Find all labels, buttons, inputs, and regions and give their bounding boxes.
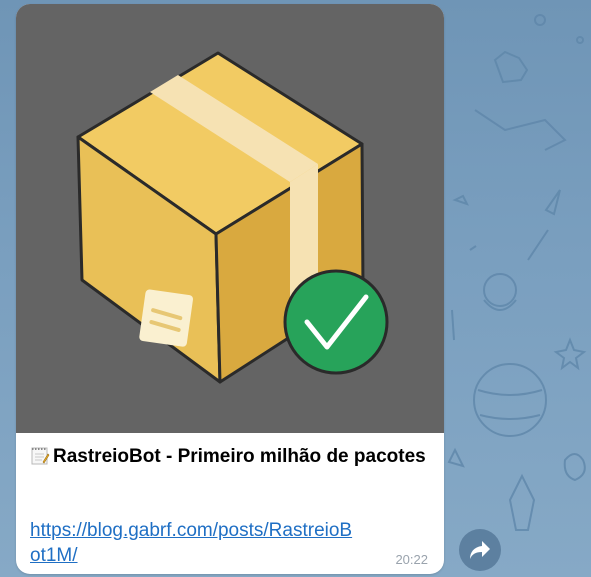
message-bubble[interactable]: RastreioBot - Primeiro milhão de pacotes… xyxy=(16,4,444,574)
message-caption: RastreioBot - Primeiro milhão de pacotes xyxy=(30,444,430,469)
share-button[interactable] xyxy=(459,529,501,571)
message-timestamp: 20:22 xyxy=(395,552,428,567)
package-icon xyxy=(76,51,389,384)
memo-icon xyxy=(31,447,50,465)
message-title: RastreioBot - Primeiro milhão de pacotes xyxy=(53,446,426,467)
message-link[interactable]: https://blog.gabrf.com/posts/RastreioBot… xyxy=(30,518,360,568)
package-illustration[interactable] xyxy=(16,4,444,433)
share-arrow-icon xyxy=(470,541,490,559)
checkmark-icon xyxy=(283,269,389,375)
